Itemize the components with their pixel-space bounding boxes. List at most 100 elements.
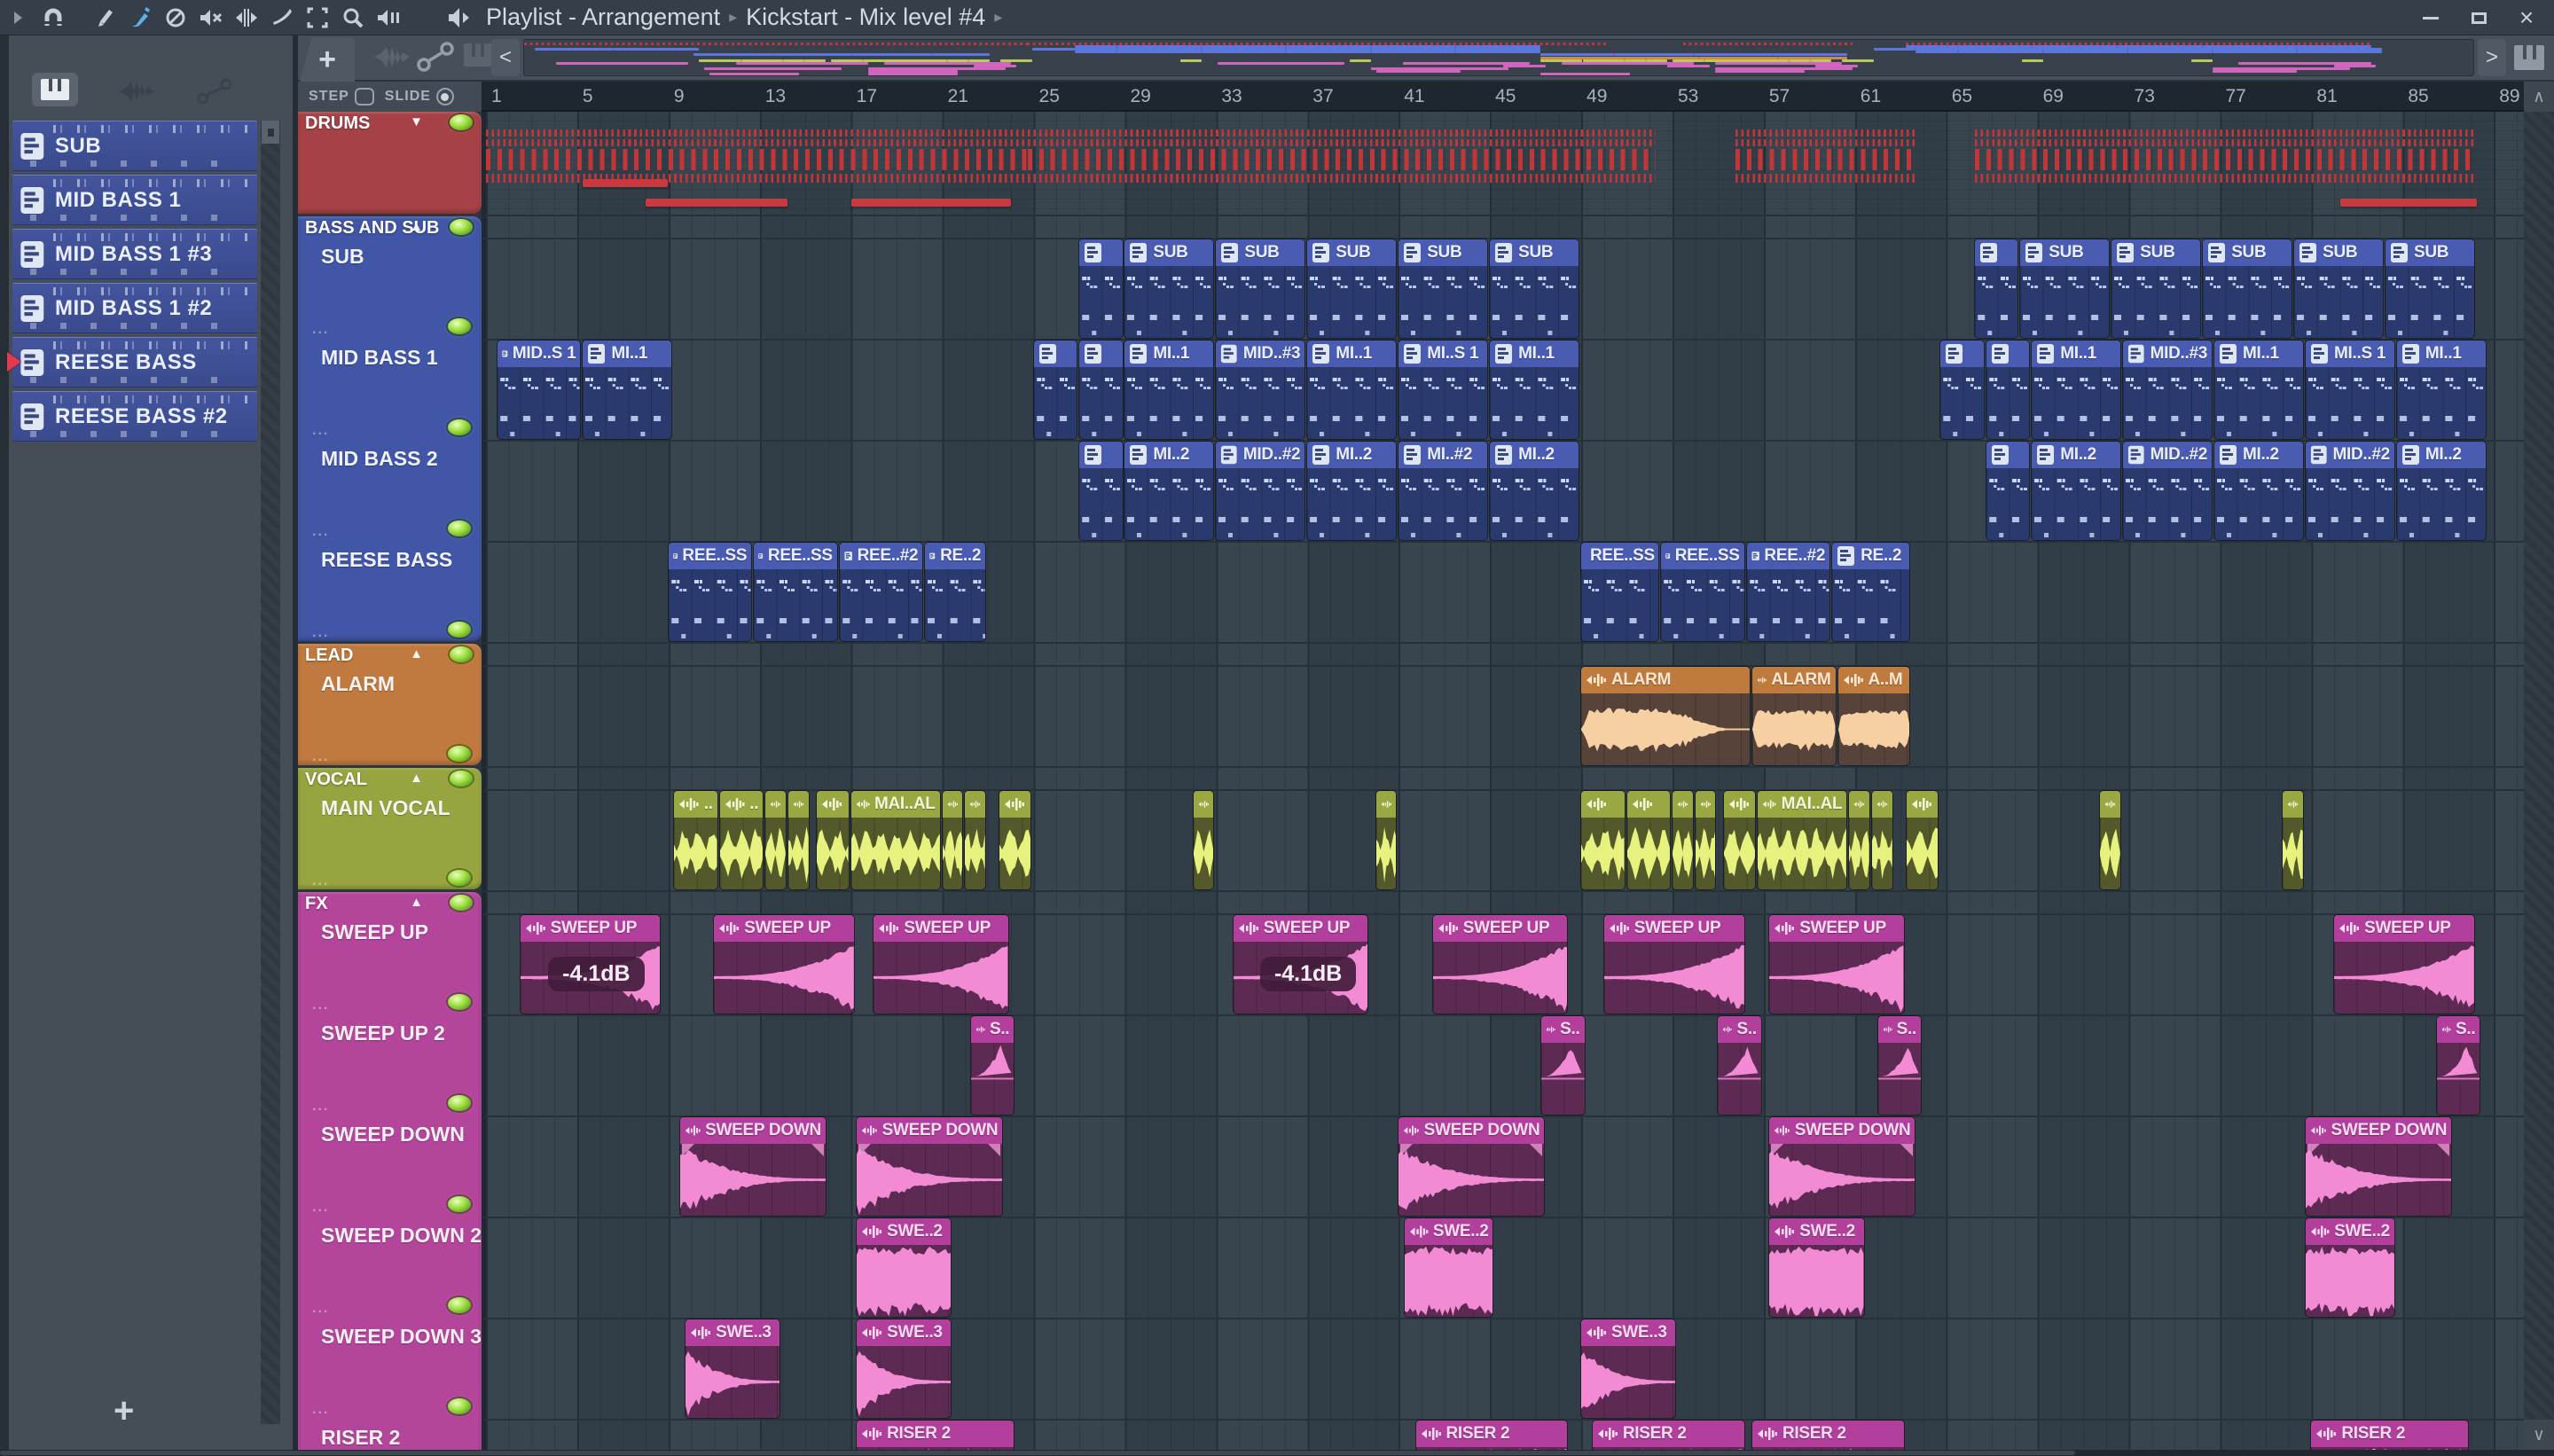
minimize-button[interactable] bbox=[2416, 3, 2446, 33]
audio-clip-s-[interactable]: S.. bbox=[2436, 1016, 2480, 1115]
fade-in-handle[interactable] bbox=[2307, 1144, 2320, 1156]
pattern-clip-ree-ss[interactable]: REE..SS bbox=[668, 543, 752, 641]
pattern-item-mid-bass-1-2[interactable]: MID BASS 1 #2 bbox=[12, 283, 257, 333]
pattern-clip-mi-2[interactable]: MI..#2 bbox=[1398, 442, 1488, 540]
pattern-clip-mid-2[interactable]: MID..#2 bbox=[2306, 442, 2394, 540]
horizontal-scrollbar-thumb[interactable] bbox=[0, 1451, 2075, 1455]
audio-clip-mai-al[interactable]: MAI..AL bbox=[1758, 791, 1847, 889]
track-header-sweep-down-2[interactable]: SWEEP DOWN 2... bbox=[298, 1218, 482, 1317]
pattern-item-mid-bass-1[interactable]: MID BASS 1 bbox=[12, 175, 257, 225]
pattern-clip-sub[interactable]: SUB bbox=[1490, 239, 1579, 338]
track-header-sweep-up-2[interactable]: SWEEP UP 2... bbox=[298, 1016, 482, 1115]
track-lane-sweep-down-2[interactable]: SWE..2 SWE..2 SWE..2 SWE..2 bbox=[482, 1218, 2524, 1319]
audio-clip-sweep-down[interactable]: SWEEP DOWN bbox=[679, 1117, 826, 1216]
track-options-dots[interactable]: ... bbox=[312, 1200, 329, 1216]
pattern-clip-ree-2[interactable]: REE..#2 bbox=[839, 543, 923, 641]
audio-clip-sweep-down[interactable]: SWEEP DOWN bbox=[857, 1117, 1003, 1216]
pattern-clip-sub[interactable]: SUB bbox=[2111, 239, 2201, 338]
fade-in-handle[interactable] bbox=[1400, 1144, 1414, 1156]
zoom-tool-icon[interactable] bbox=[335, 1, 371, 35]
audio-clip-sweep-down[interactable]: SWEEP DOWN bbox=[1398, 1117, 1545, 1216]
audio-clip[interactable] bbox=[1193, 791, 1214, 889]
track-options-dots[interactable]: ... bbox=[312, 423, 329, 439]
track-header-mid-bass-1[interactable]: MID BASS 1... bbox=[298, 341, 482, 439]
audio-clip[interactable] bbox=[787, 791, 809, 889]
timeline-ruler[interactable]: 1 5 9 13 17 21 25 29 33 37 41 45 49 53 57 61 65 69 73 77 81 8… bbox=[482, 82, 2524, 112]
pattern-clip-mi-2[interactable]: MI..2 bbox=[1124, 442, 1214, 540]
track-group-header-bass-and-sub[interactable]: BASS AND SUB ▲ SUB... MID BASS 1... MID BASS… bbox=[298, 216, 482, 641]
track-lane-sweep-down[interactable]: SWEEP DOWN SWEEP DOWN SWEEP DOWN SWEEP DOWN… bbox=[482, 1117, 2524, 1218]
step-toggle[interactable] bbox=[354, 88, 374, 106]
track-mute-led[interactable] bbox=[448, 1297, 471, 1313]
playback-tool-icon[interactable] bbox=[371, 1, 406, 35]
drum-note-bar[interactable] bbox=[646, 199, 787, 207]
audio-clip-s-[interactable]: S.. bbox=[1541, 1016, 1585, 1115]
pattern-clip[interactable] bbox=[1079, 442, 1123, 540]
scroll-up-button[interactable]: ∧ bbox=[2524, 82, 2554, 112]
audio-clip[interactable] bbox=[942, 791, 963, 889]
pattern-clip-mid-s-1[interactable]: MID..S 1 bbox=[497, 341, 581, 439]
pattern-clip[interactable] bbox=[1986, 341, 2030, 439]
track-header-sweep-down-3[interactable]: SWEEP DOWN 3... bbox=[298, 1319, 482, 1418]
playlist-grid[interactable]: SUB SUB SUB SUB SUB SUB SUB SUB SUB SUB MID..S 1 MI… bbox=[482, 112, 2524, 1450]
track-lane-drums[interactable] bbox=[482, 112, 2524, 216]
play-icon[interactable] bbox=[0, 1, 35, 35]
audio-clip-swe-3[interactable]: SWE..3 bbox=[686, 1319, 780, 1418]
audio-clip[interactable] bbox=[1626, 791, 1670, 889]
pattern-clip-sub[interactable]: SUB bbox=[2203, 239, 2292, 338]
fade-out-handle[interactable] bbox=[1530, 1144, 1543, 1156]
expand-arrow-icon[interactable]: ▲ bbox=[410, 895, 423, 910]
expand-arrow-icon[interactable]: ▲ bbox=[410, 771, 423, 786]
audio-clip-sweep-down[interactable]: SWEEP DOWN bbox=[2306, 1117, 2452, 1216]
picker-scrollbar-thumb[interactable] bbox=[262, 121, 279, 144]
track-header-drums[interactable] bbox=[298, 112, 482, 214]
drum-note-bar[interactable] bbox=[583, 179, 668, 187]
pattern-item-sub[interactable]: SUB bbox=[12, 121, 257, 171]
track-options-dots[interactable]: ... bbox=[312, 1099, 329, 1115]
track-options-dots[interactable]: ... bbox=[312, 524, 329, 540]
pattern-clip-sub[interactable]: SUB bbox=[1216, 239, 1305, 338]
add-track-button[interactable]: + bbox=[300, 37, 355, 82]
pattern-clip-mi-1[interactable]: MI..1 bbox=[1490, 341, 1579, 439]
group-mute-led[interactable] bbox=[450, 646, 473, 662]
select-tool-icon[interactable] bbox=[300, 1, 335, 35]
audio-clip-swe-2[interactable]: SWE..2 bbox=[1769, 1218, 1864, 1317]
track-lane-sub[interactable]: SUB SUB SUB SUB SUB SUB SUB SUB SUB SUB bbox=[482, 239, 2524, 341]
group-label-row[interactable]: LEAD ▲ bbox=[298, 644, 482, 667]
expand-arrow-icon[interactable]: ▲ bbox=[410, 646, 423, 661]
audio-clip-s-[interactable]: S.. bbox=[970, 1016, 1015, 1115]
audio-clip[interactable] bbox=[1581, 791, 1625, 889]
drum-note-bar[interactable] bbox=[850, 199, 1011, 207]
fade-out-handle[interactable] bbox=[2437, 1144, 2450, 1156]
fade-out-handle[interactable] bbox=[1900, 1144, 1914, 1156]
drum-note-bar[interactable] bbox=[2339, 199, 2477, 207]
arrangement-overview-scrollbar[interactable] bbox=[523, 39, 2474, 76]
track-lane-alarm[interactable]: ALARM ALARM A..M bbox=[482, 667, 2524, 768]
pattern-clip-mid-2[interactable]: MID..#2 bbox=[2123, 442, 2212, 540]
pattern-clip-sub[interactable]: SUB bbox=[1398, 239, 1488, 338]
drum-pattern-segment[interactable] bbox=[1735, 129, 1918, 211]
pattern-clip-mi-2[interactable]: MI..2 bbox=[1307, 442, 1397, 540]
pattern-clip-mid-3[interactable]: MID..#3 bbox=[2123, 341, 2212, 439]
pattern-clip-mi-s-1[interactable]: MI..S 1 bbox=[1398, 341, 1488, 439]
expand-arrow-icon[interactable]: ▲ bbox=[410, 219, 423, 234]
group-label-row[interactable]: VOCAL ▲ bbox=[298, 768, 482, 791]
track-lane-mid-bass-1[interactable]: MID..S 1 MI..1 MI..1 MID..#3 MI..1 MI..S 1 MI.… bbox=[482, 341, 2524, 442]
pattern-item-reese-bass-2[interactable]: REESE BASS #2 bbox=[12, 391, 257, 442]
track-header-sweep-down[interactable]: SWEEP DOWN... bbox=[298, 1117, 482, 1216]
pattern-clip[interactable] bbox=[1033, 341, 1077, 439]
track-options-dots[interactable]: ... bbox=[312, 749, 329, 765]
audio-clip-riser-2[interactable]: RISER 2 bbox=[1415, 1421, 1568, 1450]
maximize-button[interactable] bbox=[2464, 3, 2494, 33]
audio-clip[interactable] bbox=[765, 791, 786, 889]
pattern-clip-mi-1[interactable]: MI..1 bbox=[2214, 341, 2303, 439]
magnet-icon[interactable] bbox=[35, 1, 71, 35]
pattern-clip[interactable] bbox=[1974, 239, 2018, 338]
delete-tool-icon[interactable] bbox=[158, 1, 193, 35]
audio-clip-sweep-up[interactable]: SWEEP UP bbox=[1769, 915, 1904, 1014]
track-header-sub[interactable]: SUB... bbox=[298, 239, 482, 338]
pattern-clip[interactable] bbox=[1079, 239, 1123, 338]
track-options-dots[interactable]: ... bbox=[312, 625, 329, 641]
group-mute-led[interactable] bbox=[450, 895, 473, 911]
tab-audio[interactable] bbox=[117, 78, 156, 109]
